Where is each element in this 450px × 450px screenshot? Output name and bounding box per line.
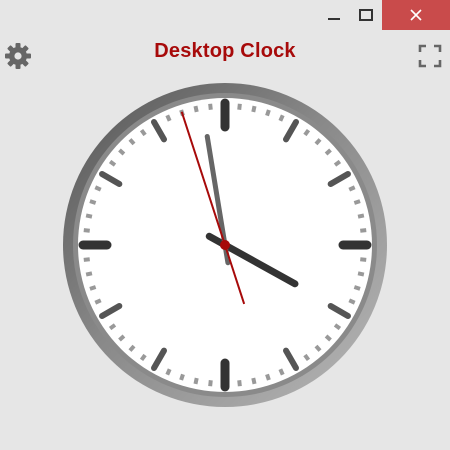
minute-tick bbox=[139, 128, 147, 137]
minute-tick bbox=[333, 323, 342, 331]
minute-tick bbox=[357, 271, 365, 277]
minute-tick bbox=[83, 257, 90, 262]
minute-tick bbox=[251, 377, 257, 385]
minute-tick bbox=[303, 128, 311, 137]
minute-tick bbox=[193, 377, 199, 385]
minute-tick bbox=[278, 368, 285, 376]
minute-tick bbox=[360, 257, 367, 262]
minute-tick bbox=[353, 285, 361, 291]
minute-tick bbox=[265, 109, 271, 117]
minute-tick bbox=[89, 199, 97, 205]
minute-tick bbox=[251, 105, 257, 113]
minute-tick bbox=[179, 373, 185, 381]
minute-tick bbox=[193, 105, 199, 113]
minute-tick bbox=[165, 114, 172, 122]
minute-tick bbox=[278, 114, 285, 122]
minute-tick bbox=[353, 199, 361, 205]
minute-tick bbox=[94, 298, 102, 305]
minute-tick bbox=[83, 228, 90, 233]
minute-tick bbox=[360, 228, 367, 233]
minute-tick bbox=[165, 368, 172, 376]
minute-tick bbox=[139, 353, 147, 362]
minute-tick bbox=[348, 185, 356, 192]
minute-tick bbox=[85, 213, 93, 219]
clock-center-cap bbox=[220, 240, 230, 250]
minute-tick bbox=[303, 353, 311, 362]
minute-tick bbox=[85, 271, 93, 277]
minute-tick bbox=[94, 185, 102, 192]
minute-tick bbox=[89, 285, 97, 291]
analog-clock bbox=[63, 83, 387, 407]
minute-tick bbox=[357, 213, 365, 219]
minute-tick bbox=[333, 159, 342, 167]
minute-tick bbox=[208, 103, 213, 110]
minute-tick bbox=[265, 373, 271, 381]
minute-tick bbox=[237, 380, 242, 387]
minute-tick bbox=[237, 103, 242, 110]
minute-tick bbox=[108, 323, 117, 331]
minute-tick bbox=[108, 159, 117, 167]
minute-tick bbox=[348, 298, 356, 305]
minute-tick bbox=[208, 380, 213, 387]
